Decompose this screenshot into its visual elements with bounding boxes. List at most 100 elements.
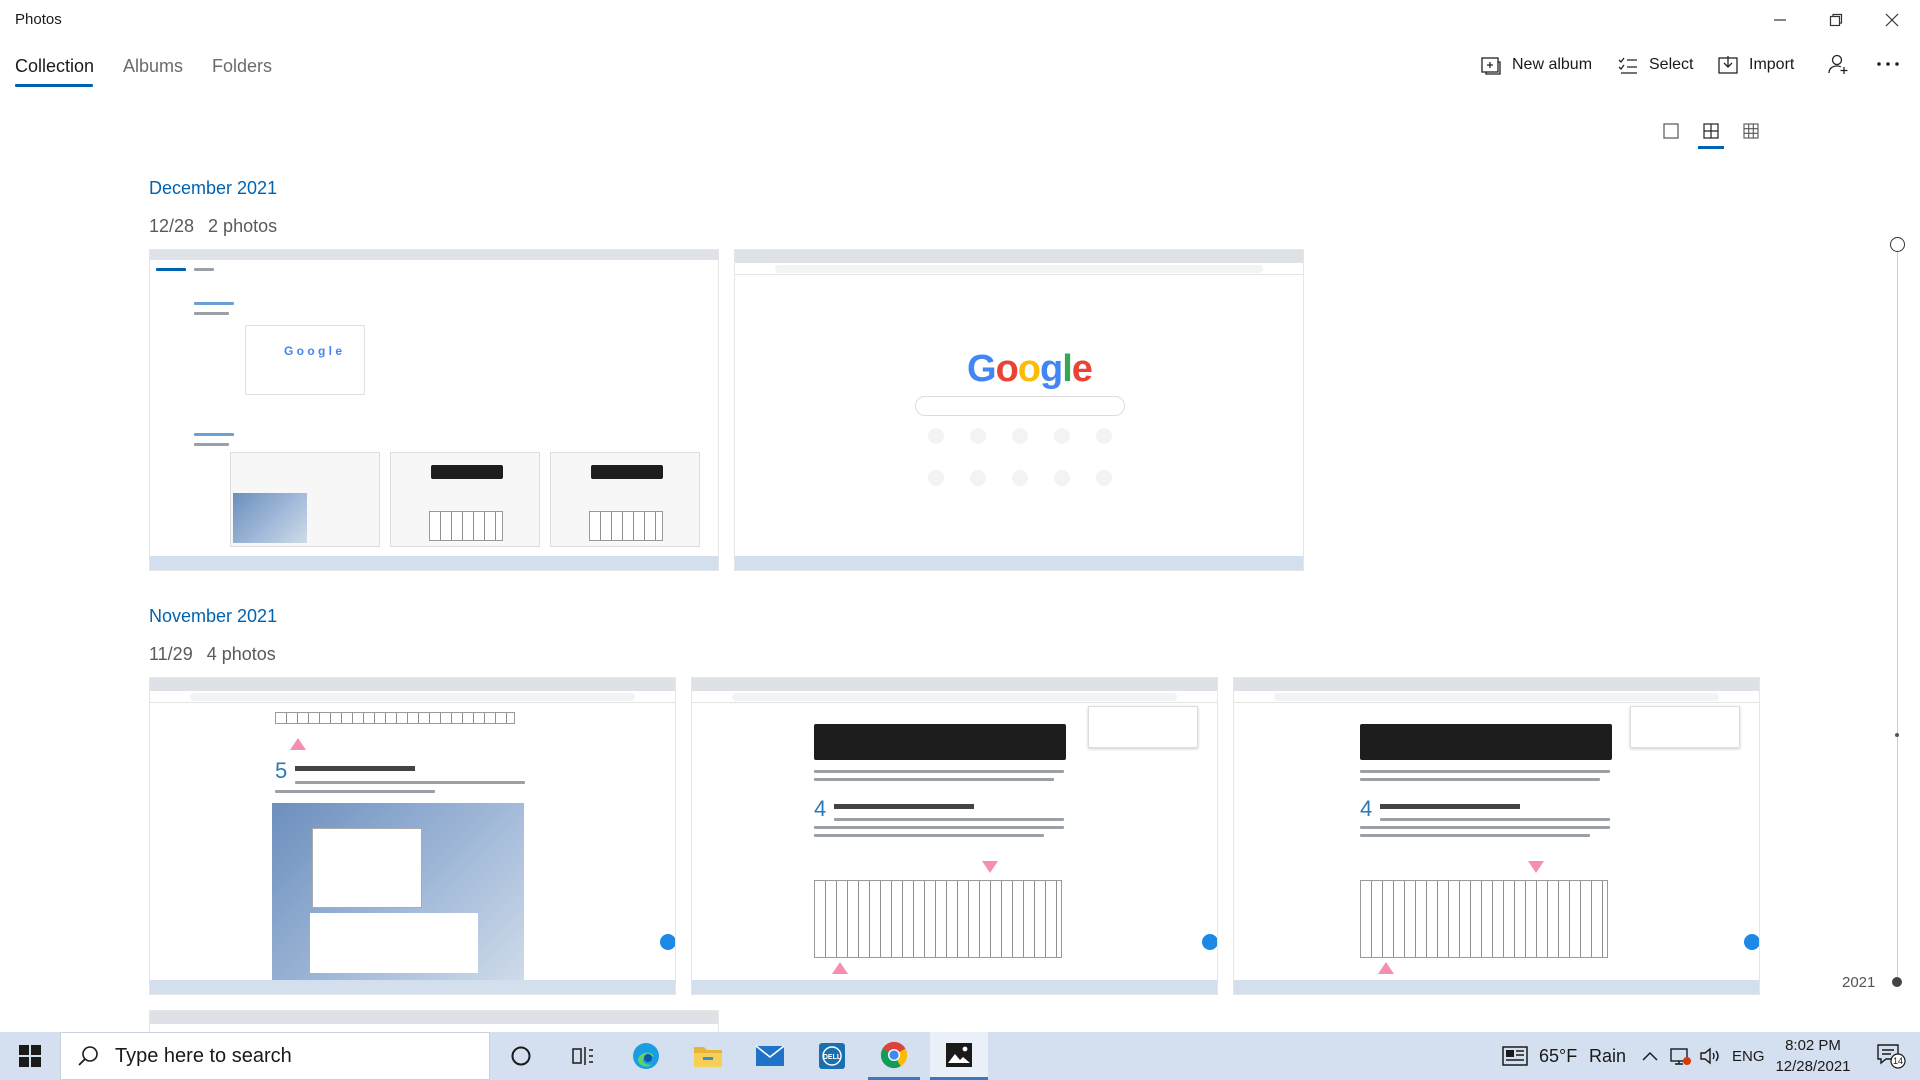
- photo-thumbnail[interactable]: Google: [734, 249, 1304, 571]
- thumb-detail: [156, 268, 186, 271]
- clock-date: 12/28/2021: [1775, 1058, 1851, 1075]
- action-center-button[interactable]: 14: [1866, 1032, 1916, 1080]
- close-button[interactable]: [1864, 0, 1920, 40]
- photos-app: Photos Collection Albums Folders New alb…: [0, 0, 1920, 1080]
- thumb-detail: [194, 312, 229, 315]
- date-label: 12/28: [149, 216, 195, 236]
- app-title: Photos: [15, 11, 62, 28]
- chrome-taskbar-button[interactable]: [868, 1032, 920, 1080]
- photo-thumbnail[interactable]: G o o g l e: [149, 249, 719, 571]
- person-add-button[interactable]: [1824, 50, 1852, 78]
- date-group-header: 11/29 4 photos: [149, 644, 276, 665]
- select-button[interactable]: Select: [1617, 52, 1693, 78]
- thumb-detail: [194, 443, 229, 446]
- photo-thumbnail[interactable]: 4: [691, 677, 1218, 995]
- medium-tiles-button[interactable]: [1698, 118, 1724, 144]
- task-view-button[interactable]: [558, 1032, 608, 1080]
- thumb-detail: [1378, 962, 1394, 974]
- thumb-detail: [735, 556, 1303, 570]
- weather-desc: Rain: [1589, 1045, 1627, 1066]
- thumb-detail: [1528, 861, 1544, 873]
- new-album-button[interactable]: New album: [1480, 52, 1592, 78]
- thumb-detail: [295, 766, 415, 771]
- taskbar-search[interactable]: [60, 1032, 490, 1080]
- file-explorer-taskbar-button[interactable]: [682, 1032, 734, 1080]
- thumb-detail: G o o g l e: [284, 344, 343, 358]
- thumb-detail: [589, 511, 663, 541]
- date-group-header: 12/28 2 photos: [149, 216, 277, 237]
- thumb-detail: [1054, 428, 1070, 444]
- thumb-detail: [775, 265, 1263, 273]
- thumb-detail: [814, 834, 1044, 837]
- more-options-button[interactable]: [1874, 50, 1902, 78]
- cortana-button[interactable]: [496, 1032, 546, 1080]
- small-tiles-button[interactable]: [1738, 118, 1764, 144]
- search-icon: [78, 1046, 98, 1066]
- thumb-detail: [834, 804, 974, 809]
- timeline-thumb[interactable]: [1890, 237, 1905, 252]
- photos-taskbar-button[interactable]: [930, 1032, 988, 1080]
- thumb-detail: [150, 250, 718, 260]
- thumb-detail: [190, 693, 635, 701]
- windows-icon: [19, 1045, 41, 1067]
- thumb-detail: [814, 880, 1062, 958]
- timeline-year-marker[interactable]: [1892, 977, 1902, 987]
- thumb-detail: [732, 693, 1177, 701]
- thumb-detail: [692, 980, 1217, 994]
- weather-button[interactable]: [1500, 1032, 1530, 1080]
- minimize-button[interactable]: [1752, 0, 1808, 40]
- large-tiles-icon: [1663, 123, 1679, 139]
- show-hidden-icons-button[interactable]: [1638, 1032, 1662, 1080]
- photo-count: 4 photos: [206, 644, 276, 664]
- person-add-icon: [1828, 54, 1848, 74]
- thumb-detail: [1274, 693, 1719, 701]
- thumb-detail: [272, 803, 524, 983]
- photos-icon: [946, 1042, 972, 1067]
- new-album-label: New album: [1512, 56, 1593, 73]
- edge-taskbar-button[interactable]: [620, 1032, 672, 1080]
- timeline-track[interactable]: [1897, 250, 1898, 985]
- month-header-november[interactable]: November 2021: [149, 606, 277, 627]
- mail-taskbar-button[interactable]: [744, 1032, 796, 1080]
- photo-thumbnail[interactable]: 5: [149, 677, 676, 995]
- language-indicator[interactable]: ENG: [1732, 1032, 1765, 1080]
- weather-temp: 65°F: [1539, 1045, 1578, 1066]
- start-button[interactable]: [0, 1032, 60, 1080]
- thumb-detail: [591, 465, 663, 479]
- thumb-detail: [814, 778, 1054, 781]
- month-header-december[interactable]: December 2021: [149, 178, 277, 199]
- tab-folders[interactable]: Folders: [212, 56, 272, 77]
- thumb-detail: [233, 493, 307, 543]
- thumb-detail: [928, 428, 944, 444]
- edge-icon: [633, 1043, 659, 1069]
- dell-taskbar-button[interactable]: DELL: [806, 1032, 858, 1080]
- restore-button[interactable]: [1808, 0, 1864, 40]
- cortana-icon: [511, 1046, 531, 1066]
- search-input[interactable]: [115, 1044, 455, 1068]
- tab-collection[interactable]: Collection: [15, 56, 94, 77]
- task-view-icon: [572, 1047, 593, 1065]
- photo-count: 2 photos: [208, 216, 278, 236]
- thumb-detail: [735, 263, 1303, 275]
- select-icon: [1618, 57, 1637, 74]
- thumb-detail: [928, 470, 944, 486]
- thumb-detail: [660, 934, 675, 950]
- thumb-detail: [1202, 934, 1217, 950]
- dell-icon: DELL: [819, 1043, 845, 1069]
- taskbar-clock[interactable]: 8:02 PM 12/28/2021: [1768, 1035, 1858, 1077]
- clock-time: 8:02 PM: [1785, 1037, 1841, 1054]
- tab-albums[interactable]: Albums: [123, 56, 183, 77]
- thumb-detail: [915, 396, 1125, 416]
- large-tiles-button[interactable]: [1658, 118, 1684, 144]
- volume-button[interactable]: [1696, 1032, 1724, 1080]
- network-button[interactable]: [1666, 1032, 1694, 1080]
- volume-icon: [1700, 1047, 1719, 1065]
- thumb-detail: [970, 428, 986, 444]
- thumb-detail: [312, 828, 422, 908]
- thumb-detail: [814, 724, 1066, 760]
- import-button[interactable]: Import: [1717, 52, 1794, 78]
- thumb-detail: [814, 770, 1064, 773]
- photo-thumbnail[interactable]: [149, 1010, 719, 1032]
- photo-thumbnail[interactable]: 4: [1233, 677, 1760, 995]
- thumb-detail: Google: [967, 348, 1093, 390]
